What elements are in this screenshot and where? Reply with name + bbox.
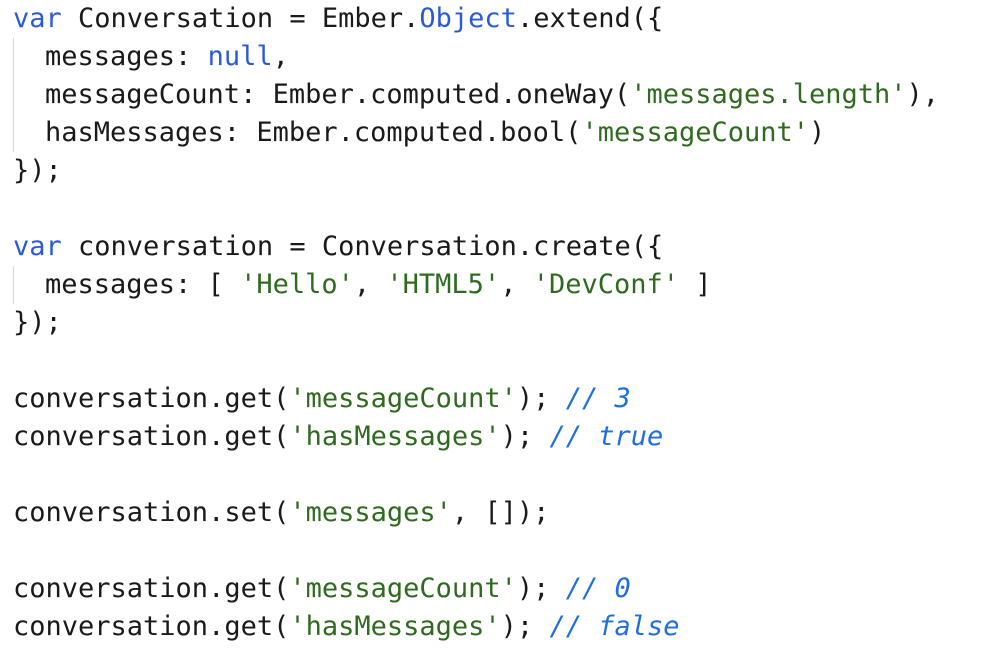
code-token: }); xyxy=(13,307,62,338)
code-line: hasMessages: Ember.computed.bool('messag… xyxy=(13,114,984,152)
string-token: 'hasMessages' xyxy=(289,611,501,642)
code-token: ); xyxy=(500,421,550,452)
code-token: Conversation = Ember. xyxy=(61,3,420,34)
string-token: 'messageCount' xyxy=(289,383,517,414)
string-token: 'DevConf' xyxy=(532,269,680,300)
code-view: var Conversation = Ember.Object.extend({… xyxy=(0,0,984,652)
code-line: }); xyxy=(13,304,984,342)
code-token: .extend({ xyxy=(516,3,664,34)
string-token: 'messageCount' xyxy=(289,573,517,604)
code-line: conversation.set('messages', []); xyxy=(13,494,984,532)
code-token: conversation.get( xyxy=(13,611,290,642)
string-token: 'messages.length' xyxy=(630,79,907,110)
comment-token: // false xyxy=(549,611,680,642)
code-token: ), xyxy=(906,79,940,110)
code-token: ) xyxy=(809,117,826,148)
code-token: messages: [ xyxy=(45,269,241,300)
keyword-token: Object xyxy=(419,3,517,34)
code-token: ] xyxy=(679,269,712,300)
code-token: , xyxy=(500,269,533,300)
string-token: 'messageCount' xyxy=(581,117,810,148)
code-line: }); xyxy=(13,152,984,190)
code-token: messageCount: Ember.computed.oneWay( xyxy=(45,79,631,110)
code-token: , []); xyxy=(451,497,550,528)
keyword-token: var xyxy=(13,3,62,34)
keyword-token: var xyxy=(13,231,62,262)
string-token: 'hasMessages' xyxy=(289,421,501,452)
code-line: var Conversation = Ember.Object.extend({ xyxy=(13,0,984,38)
comment-token: // 3 xyxy=(565,383,631,414)
string-token: 'messages' xyxy=(289,497,452,528)
code-token: }); xyxy=(13,155,62,186)
code-token: conversation.set( xyxy=(13,497,290,528)
code-token: conversation.get( xyxy=(13,383,290,414)
comment-token: // 0 xyxy=(565,573,631,604)
code-token: messages: xyxy=(45,41,208,72)
code-token: conversation = Conversation.create({ xyxy=(61,231,664,262)
code-token: ); xyxy=(516,573,566,604)
code-line: conversation.get('messageCount'); // 0 xyxy=(13,570,984,608)
code-token: ); xyxy=(516,383,566,414)
code-token: , xyxy=(272,41,289,72)
code-token: hasMessages: Ember.computed.bool( xyxy=(45,117,582,148)
string-token: 'Hello' xyxy=(240,269,354,300)
code-line: messages: [ 'Hello', 'HTML5', 'DevConf' … xyxy=(13,266,984,304)
string-token: 'HTML5' xyxy=(386,269,501,300)
code-line: messages: null, xyxy=(13,38,984,76)
code-line: messageCount: Ember.computed.oneWay('mes… xyxy=(13,76,984,114)
code-token: conversation.get( xyxy=(13,421,290,452)
keyword-token: null xyxy=(207,41,273,72)
code-token: , xyxy=(353,269,387,300)
code-token: ); xyxy=(500,611,550,642)
comment-token: // true xyxy=(549,421,664,452)
code-line: conversation.get('messageCount'); // 3 xyxy=(13,380,984,418)
code-token: conversation.get( xyxy=(13,573,290,604)
code-line: conversation.get('hasMessages'); // fals… xyxy=(13,608,984,646)
code-line: var conversation = Conversation.create({ xyxy=(13,228,984,266)
code-line: conversation.get('hasMessages'); // true xyxy=(13,418,984,456)
